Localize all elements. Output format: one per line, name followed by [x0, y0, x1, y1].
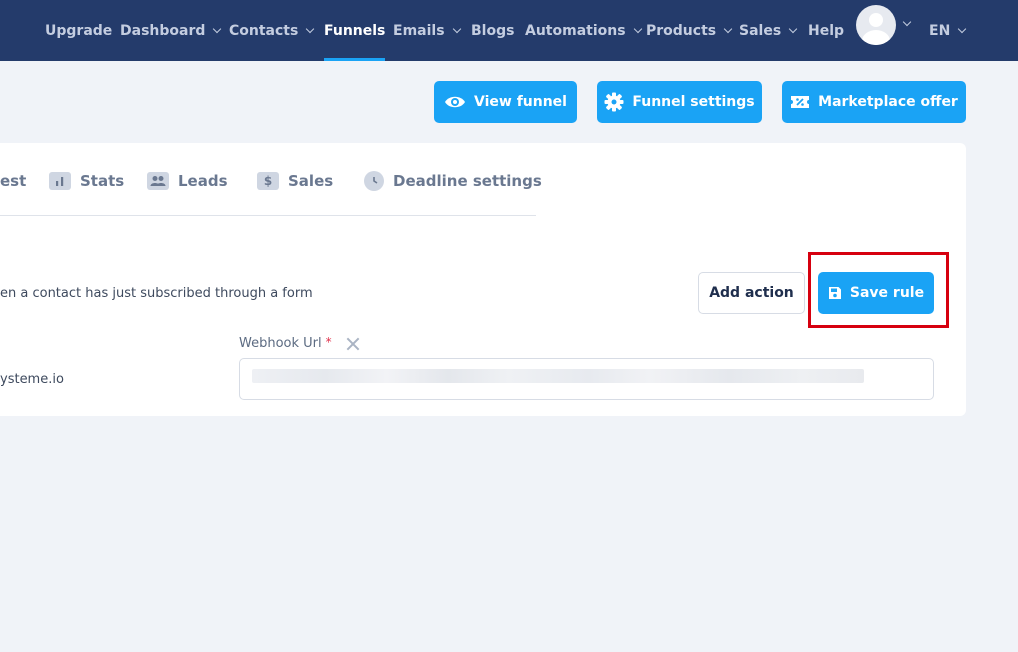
top-navigation: Upgrade Dashboard Contacts Funnels Email…	[0, 0, 1018, 61]
action-name-text: ysteme.io	[0, 372, 64, 387]
redacted-webhook-value	[252, 369, 864, 383]
close-icon[interactable]	[346, 337, 360, 351]
nav-item-automations[interactable]: Automations	[525, 0, 642, 61]
nav-item-products[interactable]: Products	[646, 0, 733, 61]
nav-item-dashboard[interactable]: Dashboard	[120, 0, 222, 61]
chevron-down-icon	[788, 24, 798, 33]
view-funnel-button[interactable]: View funnel	[434, 81, 577, 123]
language-selector[interactable]: EN	[929, 0, 967, 61]
user-avatar[interactable]	[856, 5, 896, 45]
chevron-down-icon	[213, 24, 222, 33]
chevron-down-icon	[958, 24, 967, 33]
chevron-down-icon[interactable]	[902, 17, 912, 27]
tab-deadline-settings[interactable]: Deadline settings	[364, 164, 542, 198]
nav-item-help[interactable]: Help	[808, 0, 844, 61]
tab-stats[interactable]: Stats	[49, 164, 124, 198]
add-action-button[interactable]: Add action	[698, 272, 805, 314]
nav-item-upgrade[interactable]: Upgrade	[45, 0, 112, 61]
funnel-settings-button[interactable]: Funnel settings	[597, 81, 762, 123]
nav-item-contacts[interactable]: Contacts	[229, 0, 315, 61]
bar-chart-icon	[49, 172, 71, 190]
chevron-down-icon	[306, 24, 315, 33]
dollar-icon: $	[257, 172, 279, 190]
tab-leads[interactable]: Leads	[147, 164, 228, 198]
gear-icon	[604, 92, 624, 112]
coupon-icon	[791, 96, 810, 108]
nav-item-sales[interactable]: Sales	[739, 0, 798, 61]
tab-sales[interactable]: $ Sales	[257, 164, 333, 198]
marketplace-offer-button[interactable]: Marketplace offer	[782, 81, 966, 123]
save-rule-highlight	[808, 252, 949, 328]
users-icon	[147, 172, 169, 190]
nav-item-funnels[interactable]: Funnels	[324, 0, 386, 61]
tab-test[interactable]: est	[0, 164, 26, 198]
chevron-down-icon	[723, 24, 733, 33]
eye-icon	[445, 96, 465, 108]
chevron-down-icon	[452, 24, 461, 33]
nav-item-blogs[interactable]: Blogs	[471, 0, 514, 61]
clock-icon	[364, 171, 384, 191]
nav-item-emails[interactable]: Emails	[393, 0, 461, 61]
webhook-url-input[interactable]	[239, 358, 934, 400]
chevron-down-icon	[633, 24, 642, 33]
webhook-url-label: Webhook Url *	[239, 335, 360, 352]
rule-trigger-text: en a contact has just subscribed through…	[0, 286, 313, 301]
tabs-divider	[0, 215, 536, 216]
